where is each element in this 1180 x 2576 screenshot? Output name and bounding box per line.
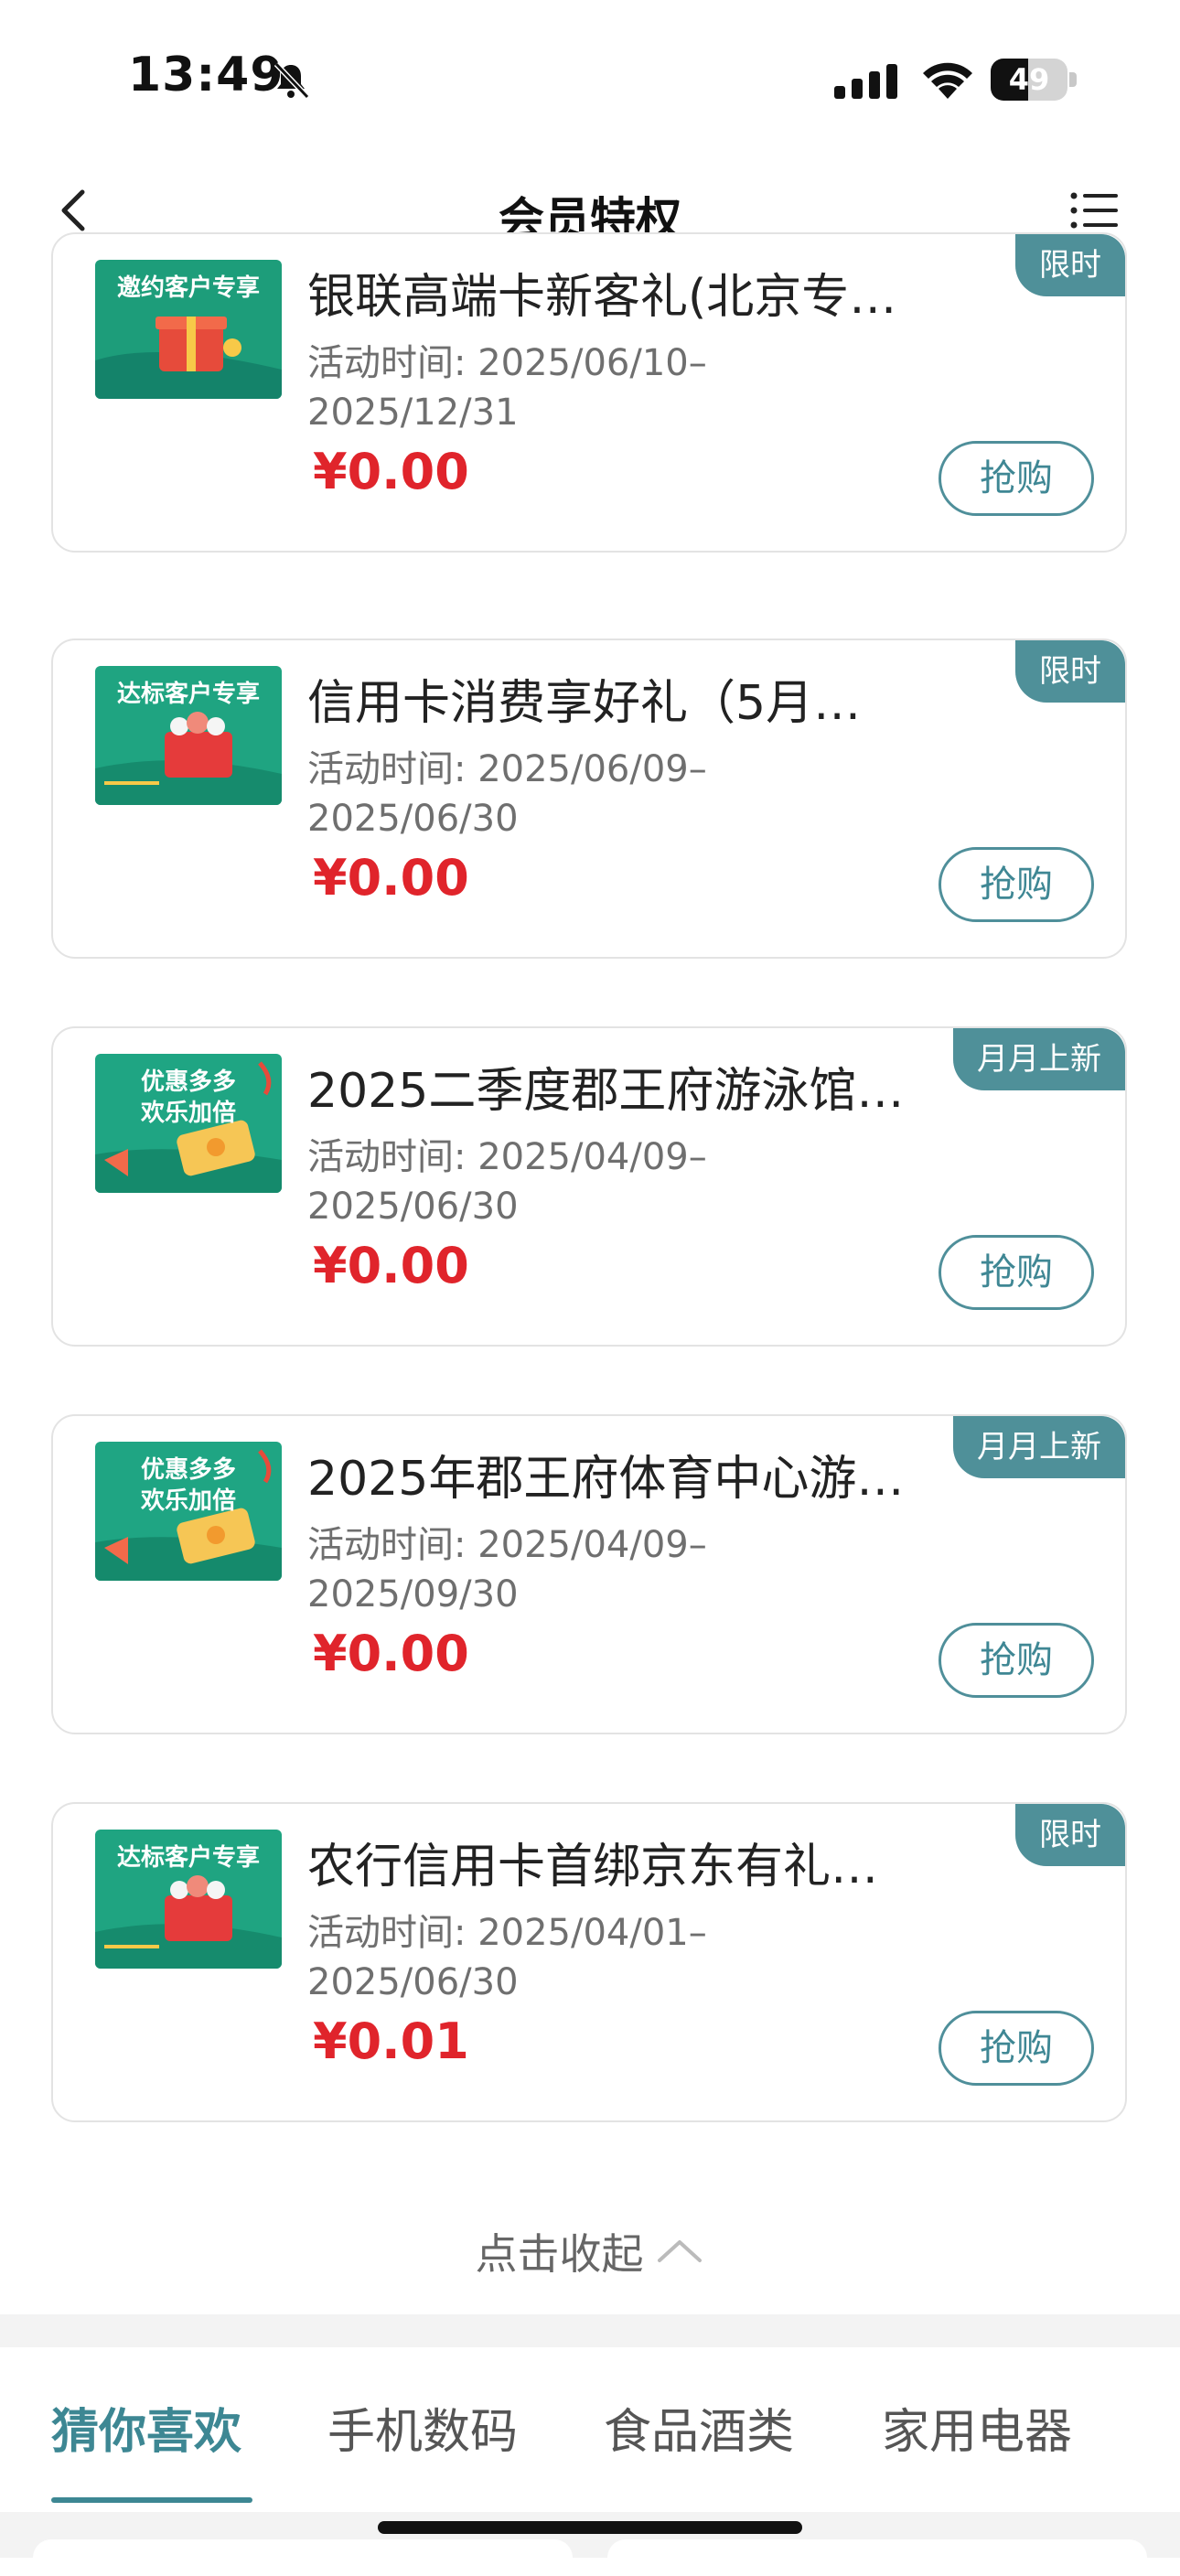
card-title: 银联高端卡新客礼(北京专… (307, 270, 897, 325)
thumb-caption: 邀约客户专享 (116, 274, 260, 302)
buy-button[interactable]: 抢购 (939, 1623, 1094, 1698)
thumb-caption: 达标客户专享 (116, 1844, 260, 1872)
promo-tag: 限时 (1015, 1804, 1125, 1866)
product-card[interactable] (33, 2539, 573, 2576)
card-date: 活动时间: 2025/06/10–2025/12/31 (307, 342, 707, 434)
status-time: 13:49 (128, 48, 284, 102)
buy-button[interactable]: 抢购 (939, 2011, 1094, 2086)
card-thumbnail: 优惠多多 欢乐加倍 (95, 1054, 282, 1193)
promo-tag: 月月上新 (953, 1416, 1125, 1478)
section-divider (0, 2314, 1180, 2347)
promo-tag: 限时 (1015, 234, 1125, 296)
thumb-caption: 优惠多多 欢乐加倍 (140, 1456, 236, 1515)
card-price: ¥0.00 (313, 443, 469, 500)
card-title: 信用卡消费享好礼（5月… (307, 676, 862, 731)
buy-button[interactable]: 抢购 (939, 441, 1094, 516)
home-indicator (378, 2521, 802, 2534)
tab-food-wine[interactable]: 食品酒类 (604, 2393, 794, 2462)
privilege-card[interactable]: 优惠多多 欢乐加倍 2025年郡王府体育中心游… 活动时间: 2025/04/0… (51, 1414, 1127, 1734)
privilege-card[interactable]: 优惠多多 欢乐加倍 2025二季度郡王府游泳馆… 活动时间: 2025/04/0… (51, 1026, 1127, 1347)
privilege-list: 邀约客户专享 银联高端卡新客礼(北京专… 活动时间: 2025/06/10–20… (0, 232, 1180, 2324)
card-date: 活动时间: 2025/04/09–2025/06/30 (307, 1136, 707, 1228)
promo-tag: 月月上新 (953, 1028, 1125, 1090)
privilege-card[interactable]: 邀约客户专享 银联高端卡新客礼(北京专… 活动时间: 2025/06/10–20… (51, 232, 1127, 553)
card-title: 2025年郡王府体育中心游… (307, 1452, 905, 1507)
buy-button[interactable]: 抢购 (939, 1235, 1094, 1310)
card-thumbnail: 达标客户专享 (95, 1830, 282, 1969)
collapse-toggle[interactable]: 点击收起 (0, 2221, 1180, 2294)
wifi-icon (923, 62, 972, 99)
card-date: 活动时间: 2025/04/09–2025/09/30 (307, 1524, 707, 1615)
card-price: ¥0.00 (313, 1625, 469, 1682)
bell-slash-icon (274, 61, 310, 100)
buy-button[interactable]: 抢购 (939, 847, 1094, 922)
card-thumbnail: 优惠多多 欢乐加倍 (95, 1442, 282, 1581)
battery-percent: 49 (1008, 62, 1050, 97)
promo-tag: 限时 (1015, 640, 1125, 703)
card-price: ¥0.01 (313, 2012, 469, 2070)
card-price: ¥0.00 (313, 1237, 469, 1294)
signal-icon (834, 64, 897, 99)
card-thumbnail: 邀约客户专享 (95, 260, 282, 399)
card-date: 活动时间: 2025/04/01–2025/06/30 (307, 1912, 707, 2003)
tab-home-appliances[interactable]: 家用电器 (882, 2393, 1072, 2462)
chevron-up-icon (657, 2240, 702, 2262)
status-bar: 13:49 49 (0, 0, 1180, 156)
battery-icon: 49 (991, 59, 1077, 101)
active-tab-indicator (51, 2497, 252, 2503)
card-price: ¥0.00 (313, 849, 469, 907)
collapse-label: 点击收起 (475, 2229, 644, 2279)
tab-guess-you-like[interactable]: 猜你喜欢 (51, 2393, 241, 2462)
thumb-caption: 优惠多多 欢乐加倍 (140, 1068, 236, 1127)
card-title: 农行信用卡首绑京东有礼… (307, 1840, 879, 1894)
category-tabs: 猜你喜欢 手机数码 食品酒类 家用电器 (0, 2347, 1180, 2512)
card-date: 活动时间: 2025/06/09–2025/06/30 (307, 748, 707, 840)
card-thumbnail: 达标客户专享 (95, 666, 282, 805)
privilege-card[interactable]: 达标客户专享 农行信用卡首绑京东有礼… 活动时间: 2025/04/01–202… (51, 1802, 1127, 2122)
card-title: 2025二季度郡王府游泳馆… (307, 1064, 905, 1119)
thumb-caption: 达标客户专享 (116, 681, 260, 708)
back-button[interactable] (48, 181, 106, 240)
privilege-card[interactable]: 达标客户专享 信用卡消费享好礼（5月… 活动时间: 2025/06/09–202… (51, 639, 1127, 959)
list-menu-icon[interactable] (1067, 183, 1121, 238)
product-card[interactable] (607, 2539, 1147, 2576)
tab-mobile-digital[interactable]: 手机数码 (327, 2393, 518, 2462)
